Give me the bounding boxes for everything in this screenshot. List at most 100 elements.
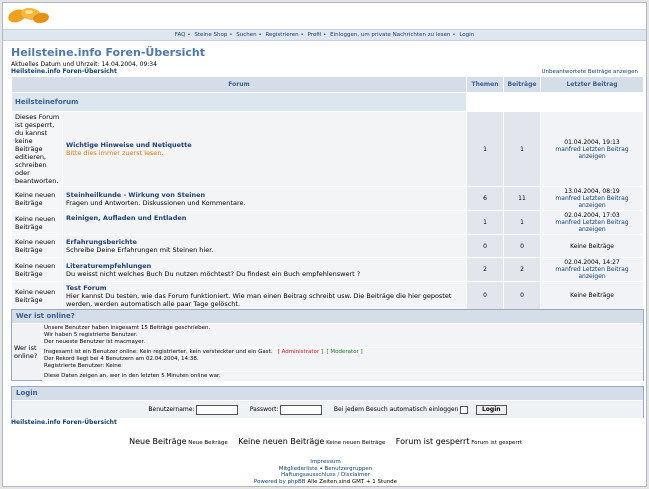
col-forum: Forum — [11, 76, 467, 93]
online-stats: Unsere Benutzer haben insgesamt 15 Beitr… — [42, 324, 643, 348]
topics-count: 6 — [466, 186, 504, 211]
posts-count: 1 — [503, 111, 541, 187]
page: FAQ • Steine Shop • Suchen • Registrieren • … — [2, 2, 647, 487]
nav-shop[interactable]: Steine Shop — [194, 32, 227, 38]
last-post-info: Keine Beiträge — [570, 292, 614, 299]
table-row: Keine neuen Beiträge Reinigen, Aufladen … — [11, 210, 644, 235]
online-users: Insgesamt ist ein Benutzer online: Kein … — [42, 348, 643, 372]
forum-description: Hier kannst Du testen, wie das Forum fun… — [66, 291, 452, 308]
forum-link[interactable]: Erfahrungsberichte — [66, 238, 465, 246]
forum-link[interactable]: Wichtige Hinweise und Netiquette — [66, 141, 465, 149]
legend-new-posts: Neue Beiträge — [188, 440, 228, 446]
nav-search[interactable]: Suchen — [236, 32, 256, 38]
nav-separator: • — [323, 32, 327, 38]
forum-locked-icon: Dieses Forum ist gesperrt, du kannst kei… — [11, 111, 63, 187]
login-title[interactable]: Login — [12, 387, 643, 400]
usergroups-link[interactable]: Benutzergruppen — [324, 466, 372, 472]
posts-count: 2 — [503, 257, 541, 282]
online-note: Diese Daten zeigen an, wer in den letzte… — [42, 372, 643, 382]
legend-forum-locked: Forum ist gesperrt — [471, 440, 522, 446]
login-panel: Login Benutzername: Passwort: Bei jedem … — [11, 386, 644, 418]
table-row: Keine neuen Beiträge Erfahrungsberichte S… — [11, 234, 644, 258]
forum-status-icon: Keine neuen Beiträge — [11, 281, 63, 310]
nav-separator: • — [452, 32, 456, 38]
navbar: FAQ • Steine Shop • Suchen • Registrieren • … — [3, 29, 646, 41]
nav-separator: • — [187, 32, 191, 38]
forum-link[interactable]: Steinheilkunde - Wirkung von Steinen — [66, 191, 465, 199]
forum-status-icon: Keine neuen Beiträge — [11, 210, 63, 235]
legend-no-new-posts: Keine neuen Beiträge — [326, 440, 386, 446]
online-label: Wer ist online? — [12, 324, 41, 380]
table-row: Keine neuen Beiträge Literaturempfehlung… — [11, 257, 644, 282]
nav-register[interactable]: Registrieren — [265, 32, 298, 38]
online-line: Wir haben 5 registrierte Benutzer. — [44, 332, 138, 338]
nav-messages[interactable]: Einloggen, um private Nachrichten zu les… — [330, 32, 450, 38]
forum-locked-icon: Forum ist gesperrt — [395, 437, 470, 446]
password-label: Passwort: — [249, 406, 279, 413]
col-topics: Themen — [466, 76, 504, 93]
topics-count: 0 — [466, 281, 504, 310]
breadcrumb-bottom[interactable]: Heilsteine.info Foren-Übersicht — [11, 419, 117, 426]
timezone-info: Alle Zeiten sind GMT + 1 Stunde — [307, 478, 398, 485]
new-posts-icon: Neue Beiträge — [129, 437, 187, 446]
col-posts: Beiträge — [503, 76, 541, 93]
topics-count: 2 — [466, 257, 504, 282]
no-new-posts-icon: Keine neuen Beiträge — [238, 437, 325, 446]
page-title[interactable]: Heilsteine.info Foren-Übersicht — [11, 46, 205, 59]
online-line: Unsere Benutzer haben insgesamt 15 Beitr… — [44, 325, 211, 331]
username-input[interactable] — [196, 404, 239, 415]
posts-count: 0 — [503, 234, 541, 258]
forum-status-icon: Keine neuen Beiträge — [11, 234, 63, 258]
current-datetime: Aktuelles Datum und Uhrzeit: 14.04.2004,… — [11, 61, 157, 68]
category-title[interactable]: Heilsteineforum — [11, 92, 467, 112]
online-title[interactable]: Wer ist online? — [12, 310, 643, 323]
nav-login[interactable]: Login — [459, 32, 474, 38]
nav-faq[interactable]: FAQ — [175, 32, 186, 38]
nav-profile[interactable]: Profil — [308, 32, 322, 38]
forum-link[interactable]: Test Forum — [66, 284, 465, 292]
who-is-online-panel: Wer ist online? Wer ist online? Unsere B… — [11, 309, 644, 382]
online-line: Registrierte Benutzer: Keine — [44, 363, 122, 369]
admin-legend: [ Administrator ] — [277, 349, 324, 355]
online-line: Der Rekord liegt bei 4 Benutzern am 02.0… — [44, 356, 199, 362]
table-row: Keine neuen Beiträge Test Forum Hier kann… — [11, 281, 644, 310]
forum-description: Du weisst nicht welches Buch Du nutzen m… — [66, 269, 361, 278]
nav-separator: • — [229, 32, 233, 38]
last-post-author[interactable]: manfred Letzten Beitrag anzeigen — [542, 146, 642, 160]
login-button[interactable]: Login — [475, 404, 507, 415]
breadcrumb[interactable]: Heilsteine.info Foren-Übersicht — [11, 68, 117, 75]
last-post-author[interactable]: manfred Letzten Beitrag anzeigen — [542, 195, 642, 209]
forum-status-icon: Keine neuen Beiträge — [11, 186, 63, 211]
forum-link[interactable]: Literaturempfehlungen — [66, 262, 465, 270]
footer: Impressum Mitgliederliste • Benutzergrup… — [3, 459, 648, 485]
forum-link[interactable]: Reinigen, Aufladen und Entladen — [66, 214, 465, 222]
forum-description: Schreibe Deine Erfahrungen mit Steinen h… — [66, 246, 214, 254]
legend: Neue Beiträge Neue Beiträge Keine neuen … — [3, 437, 648, 446]
password-input[interactable] — [280, 404, 323, 415]
last-post-date: 02.04.2004, 14:27 — [564, 259, 620, 266]
memberlist-link[interactable]: Mitgliederliste — [279, 466, 318, 472]
auto-login-label: Bei jedem Besuch automatisch einloggen — [333, 406, 459, 413]
last-post-date: 02.04.2004, 17:03 — [564, 212, 620, 219]
nav-separator: • — [300, 32, 304, 38]
online-line: Insgesamt ist ein Benutzer online: Kein … — [44, 349, 273, 355]
unanswered-link[interactable]: Unbeantwortete Beiträge anzeigen — [542, 69, 638, 75]
auto-login-checkbox[interactable] — [460, 405, 469, 414]
last-post-author[interactable]: manfred Letzten Beitrag anzeigen — [542, 219, 642, 233]
topics-count: 0 — [466, 234, 504, 258]
last-post-date: 13.04.2004, 08:19 — [564, 188, 620, 195]
last-post-author[interactable]: manfred Letzten Beitrag anzeigen — [542, 266, 642, 280]
moderator-legend: [ Moderator ] — [326, 349, 363, 355]
table-row: Keine neuen Beiträge Steinheilkunde - Wi… — [11, 186, 644, 211]
forum-description: Fragen und Antworten. Diskussionen und K… — [66, 198, 246, 207]
posts-count: 0 — [503, 281, 541, 310]
table-row: Dieses Forum ist gesperrt, du kannst kei… — [11, 111, 644, 187]
forum-status-icon: Keine neuen Beiträge — [11, 257, 63, 282]
nav-separator: • — [258, 32, 262, 38]
topics-count: 1 — [466, 210, 504, 235]
powered-by-link[interactable]: Powered by phpBB — [254, 479, 306, 485]
logo-icon[interactable] — [7, 5, 51, 25]
posts-count: 1 — [503, 210, 541, 235]
header — [3, 3, 646, 27]
last-post-date: 01.04.2004, 19:13 — [564, 138, 620, 146]
